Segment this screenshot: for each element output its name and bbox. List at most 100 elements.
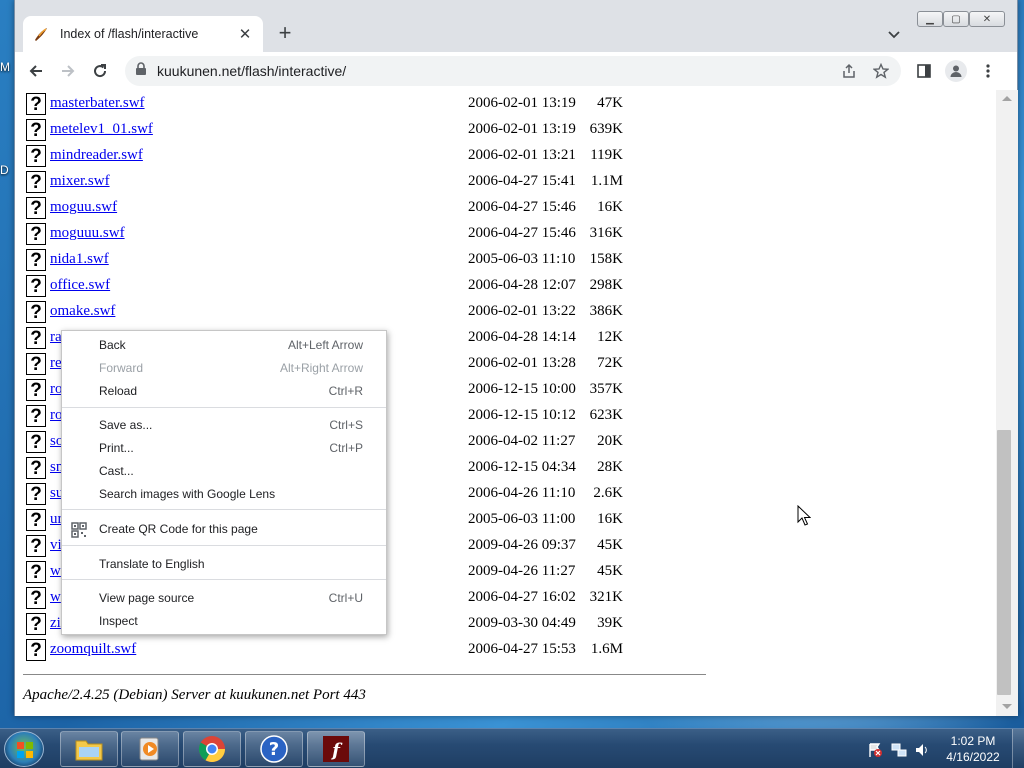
unknown-file-icon[interactable]: ? xyxy=(26,405,46,427)
file-link[interactable]: moguu.swf xyxy=(50,199,117,216)
unknown-file-icon[interactable]: ? xyxy=(26,353,46,375)
explorer-icon[interactable] xyxy=(60,731,118,767)
unknown-file-icon[interactable]: ? xyxy=(26,535,46,557)
file-date: 2006-12-15 10:00 xyxy=(468,381,576,397)
unknown-file-icon[interactable]: ? xyxy=(26,379,46,401)
menu-item-back[interactable]: Back Alt+Left Arrow xyxy=(62,334,386,357)
lock-icon[interactable] xyxy=(135,61,147,81)
show-desktop-button[interactable] xyxy=(1012,729,1024,768)
unknown-file-icon[interactable]: ? xyxy=(26,145,46,167)
unknown-file-icon[interactable]: ? xyxy=(26,119,46,141)
scrollbar-thumb[interactable] xyxy=(997,430,1011,695)
chevron-down-icon[interactable] xyxy=(885,26,903,44)
file-link[interactable]: w xyxy=(50,563,61,580)
file-size: 298K xyxy=(589,277,623,293)
menu-item-inspect[interactable]: Inspect xyxy=(62,610,386,633)
minimize-button[interactable]: ▁ xyxy=(917,11,943,27)
list-item: ? masterbater.swf 2006-02-01 13:19 47K xyxy=(26,92,646,118)
file-link[interactable]: re xyxy=(50,355,62,372)
menu-item-translate-to-english[interactable]: Translate to English xyxy=(62,553,386,576)
menu-item-save-as[interactable]: Save as... Ctrl+S xyxy=(62,414,386,437)
scroll-up-arrow-icon[interactable] xyxy=(1002,96,1012,101)
unknown-file-icon[interactable]: ? xyxy=(26,327,46,349)
menu-item-create-qr-code-for-this-page[interactable]: Create QR Code for this page xyxy=(62,518,386,541)
reload-icon[interactable] xyxy=(89,60,111,82)
unknown-file-icon[interactable]: ? xyxy=(26,561,46,583)
list-item: ? nida1.swf 2005-06-03 11:10 158K xyxy=(26,248,646,274)
menu-item-label: Save as... xyxy=(99,418,153,432)
media-player-icon[interactable] xyxy=(121,731,179,767)
system-clock[interactable]: 1:02 PM 4/16/2022 xyxy=(940,733,1006,765)
forward-arrow-icon[interactable] xyxy=(57,60,79,82)
unknown-file-icon[interactable]: ? xyxy=(26,301,46,323)
file-link[interactable]: w xyxy=(50,589,61,606)
svg-text:?: ? xyxy=(269,739,279,760)
file-link[interactable]: nida1.swf xyxy=(50,251,109,268)
file-link[interactable]: mixer.swf xyxy=(50,173,110,190)
share-icon[interactable] xyxy=(841,63,857,79)
kebab-menu-icon[interactable] xyxy=(977,60,999,82)
maximize-button[interactable]: ▢ xyxy=(943,11,969,27)
help-icon[interactable]: ? xyxy=(245,731,303,767)
file-link[interactable]: mindreader.swf xyxy=(50,147,143,164)
side-panel-icon[interactable] xyxy=(913,60,935,82)
unknown-file-icon[interactable]: ? xyxy=(26,275,46,297)
address-bar[interactable]: kuukunen.net/flash/interactive/ xyxy=(125,56,901,86)
unknown-file-icon[interactable]: ? xyxy=(26,613,46,635)
file-link[interactable]: ra xyxy=(50,329,62,346)
file-size: 2.6K xyxy=(593,485,623,501)
file-size: 47K xyxy=(597,95,623,111)
file-size: 20K xyxy=(597,433,623,449)
menu-item-search-images-with-google-lens[interactable]: Search images with Google Lens xyxy=(62,483,386,506)
file-link[interactable]: omake.swf xyxy=(50,303,115,320)
url-text[interactable]: kuukunen.net/flash/interactive/ xyxy=(157,63,346,79)
file-link[interactable]: vi xyxy=(50,537,62,554)
back-arrow-icon[interactable] xyxy=(25,60,47,82)
tab-active[interactable]: Index of /flash/interactive ✕ xyxy=(23,16,263,52)
file-size: 16K xyxy=(597,199,623,215)
action-center-flag-icon[interactable] xyxy=(867,742,883,758)
file-link[interactable]: zi xyxy=(50,615,61,632)
network-icon[interactable] xyxy=(891,742,907,758)
start-button[interactable] xyxy=(4,731,44,767)
menu-item-print[interactable]: Print... Ctrl+P xyxy=(62,437,386,460)
unknown-file-icon[interactable]: ? xyxy=(26,457,46,479)
unknown-file-icon[interactable]: ? xyxy=(26,93,46,115)
file-date: 2006-04-28 14:14 xyxy=(468,329,576,345)
menu-item-reload[interactable]: Reload Ctrl+R xyxy=(62,380,386,403)
new-tab-button[interactable]: + xyxy=(273,22,297,46)
unknown-file-icon[interactable]: ? xyxy=(26,587,46,609)
file-link[interactable]: metelev1_01.swf xyxy=(50,121,153,138)
tab-close-icon[interactable]: ✕ xyxy=(237,25,253,43)
scroll-down-arrow-icon[interactable] xyxy=(1002,704,1012,709)
desktop-icon-label[interactable]: D xyxy=(0,163,9,177)
file-link[interactable]: moguuu.swf xyxy=(50,225,125,242)
unknown-file-icon[interactable]: ? xyxy=(26,171,46,193)
unknown-file-icon[interactable]: ? xyxy=(26,249,46,271)
scrollbar[interactable] xyxy=(996,90,1018,716)
profile-avatar-icon[interactable] xyxy=(945,60,967,82)
flash-icon[interactable]: f xyxy=(307,731,365,767)
unknown-file-icon[interactable]: ? xyxy=(26,223,46,245)
unknown-file-icon[interactable]: ? xyxy=(26,431,46,453)
desktop-icon-label[interactable]: M xyxy=(0,60,10,74)
menu-item-label: Reload xyxy=(99,384,138,398)
unknown-file-icon[interactable]: ? xyxy=(26,483,46,505)
menu-item-label: Create QR Code for this page xyxy=(99,522,258,536)
menu-item-cast[interactable]: Cast... xyxy=(62,460,386,483)
menu-item-label: View page source xyxy=(99,591,195,605)
file-size: 316K xyxy=(589,225,623,241)
bookmark-star-icon[interactable] xyxy=(872,62,890,79)
chrome-icon[interactable] xyxy=(183,731,241,767)
volume-icon[interactable] xyxy=(914,742,930,758)
list-item: ? moguu.swf 2006-04-27 15:46 16K xyxy=(26,196,646,222)
file-link[interactable]: zoomquilt.swf xyxy=(50,641,136,658)
unknown-file-icon[interactable]: ? xyxy=(26,509,46,531)
file-size: 45K xyxy=(597,537,623,553)
unknown-file-icon[interactable]: ? xyxy=(26,639,46,661)
unknown-file-icon[interactable]: ? xyxy=(26,197,46,219)
menu-item-view-page-source[interactable]: View page source Ctrl+U xyxy=(62,587,386,610)
file-link[interactable]: office.swf xyxy=(50,277,110,294)
close-button[interactable]: ✕ xyxy=(969,11,1005,27)
file-link[interactable]: masterbater.swf xyxy=(50,95,145,112)
